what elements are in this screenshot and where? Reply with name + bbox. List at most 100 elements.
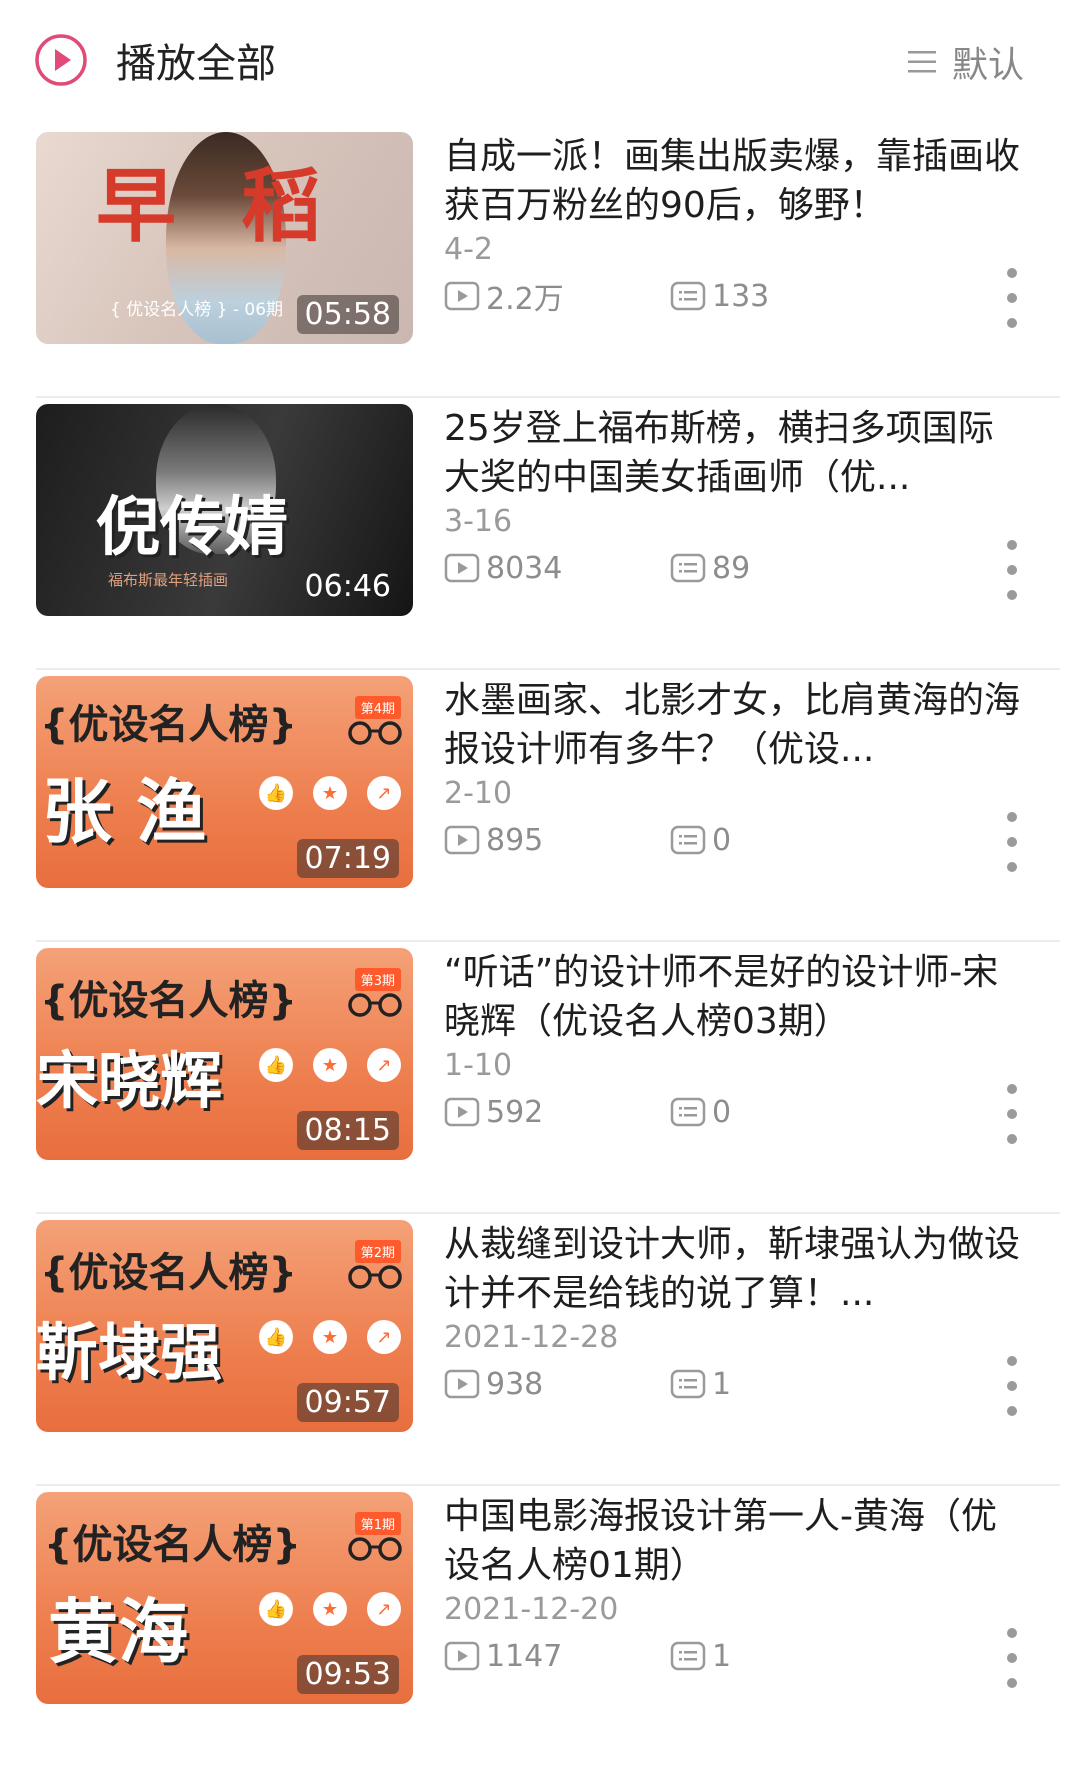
video-thumbnail[interactable]: 早 稻 { 优设名人榜 } - 06期 05:58	[36, 132, 413, 344]
play-count-icon	[444, 553, 480, 583]
video-duration: 05:58	[296, 295, 399, 334]
glasses-icon	[348, 721, 402, 745]
thumbnail-caption: { 优设名人榜 } - 06期	[110, 300, 284, 320]
list-item[interactable]: {优设名人榜} 第4期 张 渔 👍 ★ ↗ 07:19 水墨画家、北影才女，比肩黄海…	[0, 670, 1080, 942]
video-title[interactable]: 自成一派！画集出版卖爆，靠插画收获百万粉丝的90后，够野！	[444, 126, 1024, 224]
video-info: 25岁登上福布斯榜，横扫多项国际大奖的中国美女插画师（优... 3-16 803…	[444, 398, 1024, 628]
view-count-value: 2.2万	[486, 282, 564, 317]
list-item[interactable]: {优设名人榜} 第3期 宋晓辉 👍 ★ ↗ 08:15 “听话”的设计师不是好的设计…	[0, 942, 1080, 1214]
video-info: 中国电影海报设计第一人-黄海（优设名人榜01期） 2021-12-20 1147…	[444, 1486, 1024, 1716]
list-item[interactable]: {优设名人榜} 第2期 靳埭强 👍 ★ ↗ 09:57 从裁缝到设计大师，靳埭强认为…	[0, 1214, 1080, 1486]
video-title[interactable]: 从裁缝到设计大师，靳埭强认为做设计并不是给钱的说了算！...	[444, 1214, 1024, 1312]
play-all-label: 播放全部	[116, 41, 276, 87]
video-title[interactable]: 水墨画家、北影才女，比肩黄海的海报设计师有多牛？（优设...	[444, 670, 1024, 768]
comment-count-value: 0	[712, 822, 732, 858]
view-count: 2.2万	[444, 274, 670, 318]
video-stats: 938 1	[444, 1364, 731, 1404]
thumbnail-tag: {优设名人榜}	[40, 978, 297, 1024]
list-item[interactable]: {优设名人榜} 第1期 黄海 👍 ★ ↗ 09:53 中国电影海报设计第一人-黄海（…	[0, 1486, 1080, 1758]
comment-count-value: 133	[712, 278, 770, 314]
list-item[interactable]: 早 稻 { 优设名人榜 } - 06期 05:58 自成一派！画集出版卖爆，靠插…	[0, 126, 1080, 398]
thumbnail-caption: 福布斯最年轻插画	[108, 571, 229, 589]
view-count: 1147	[444, 1639, 670, 1674]
comment-count-value: 89	[712, 550, 751, 586]
more-options-icon[interactable]	[1002, 268, 1022, 328]
thumbnail-buttons: 👍 ★ ↗	[259, 1592, 401, 1626]
video-list: 早 稻 { 优设名人榜 } - 06期 05:58 自成一派！画集出版卖爆，靠插…	[0, 126, 1080, 1758]
video-thumbnail[interactable]: {优设名人榜} 第1期 黄海 👍 ★ ↗ 09:53	[36, 1492, 413, 1704]
video-thumbnail[interactable]: 倪传婧 福布斯最年轻插画 06:46	[36, 404, 413, 616]
video-date: 4-2	[444, 232, 493, 267]
more-options-icon[interactable]	[1002, 1084, 1022, 1144]
more-options-icon[interactable]	[1002, 540, 1022, 600]
comment-count-value: 1	[712, 1638, 732, 1674]
video-thumbnail[interactable]: {优设名人榜} 第2期 靳埭强 👍 ★ ↗ 09:57	[36, 1220, 413, 1432]
video-duration: 06:46	[304, 569, 391, 604]
glasses-icon	[348, 993, 402, 1017]
issue-badge: 第2期	[354, 1240, 401, 1263]
play-count-icon	[444, 1097, 480, 1127]
view-count-value: 938	[486, 1366, 544, 1402]
comment-count-value: 0	[712, 1094, 732, 1130]
video-title[interactable]: 25岁登上福布斯榜，横扫多项国际大奖的中国美女插画师（优...	[444, 398, 1024, 496]
thumbnail-buttons: 👍 ★ ↗	[259, 776, 401, 810]
video-stats: 1147 1	[444, 1636, 731, 1676]
video-info: 自成一派！画集出版卖爆，靠插画收获百万粉丝的90后，够野！ 4-2 2.2万 1…	[444, 126, 1024, 356]
thumbnail-name: 倪传婧	[96, 490, 288, 565]
video-thumbnail[interactable]: {优设名人榜} 第4期 张 渔 👍 ★ ↗ 07:19	[36, 676, 413, 888]
view-count-value: 592	[486, 1094, 544, 1130]
more-options-icon[interactable]	[1002, 812, 1022, 872]
more-options-icon[interactable]	[1002, 1356, 1022, 1416]
play-circle-icon	[35, 34, 87, 86]
comment-icon	[670, 1641, 706, 1671]
video-date: 2021-12-20	[444, 1592, 619, 1627]
video-title[interactable]: 中国电影海报设计第一人-黄海（优设名人榜01期）	[444, 1486, 1024, 1584]
comment-count: 1	[670, 1639, 731, 1674]
issue-badge: 第3期	[354, 968, 401, 991]
list-item[interactable]: 倪传婧 福布斯最年轻插画 06:46 25岁登上福布斯榜，横扫多项国际大奖的中国…	[0, 398, 1080, 670]
video-duration: 09:53	[296, 1655, 399, 1694]
sort-button[interactable]: 默认	[906, 36, 1024, 88]
comment-icon	[670, 281, 706, 311]
comment-count: 1	[670, 1367, 731, 1402]
thumbnail-tag: {优设名人榜}	[44, 1522, 301, 1568]
thumbnail-tag: {优设名人榜}	[40, 1250, 297, 1296]
thumbnail-name: 张 渔	[42, 771, 207, 853]
play-count-icon	[444, 825, 480, 855]
thumbnail-buttons: 👍 ★ ↗	[259, 1320, 401, 1354]
thumbnail-name: 靳埭强	[36, 1316, 223, 1389]
thumbnail-char-1: 早	[96, 159, 176, 253]
video-date: 2-10	[444, 776, 513, 811]
issue-badge: 第4期	[354, 696, 401, 719]
view-count: 895	[444, 823, 670, 858]
video-thumbnail[interactable]: {优设名人榜} 第3期 宋晓辉 👍 ★ ↗ 08:15	[36, 948, 413, 1160]
comment-icon	[670, 825, 706, 855]
video-stats: 895 0	[444, 820, 731, 860]
video-date: 2021-12-28	[444, 1320, 619, 1355]
play-all-button[interactable]: 播放全部	[34, 30, 276, 90]
comment-count: 89	[670, 551, 750, 586]
play-count-icon	[444, 1641, 480, 1671]
comment-count: 0	[670, 823, 731, 858]
video-info: “听话”的设计师不是好的设计师-宋晓辉（优设名人榜03期） 1-10 592 0	[444, 942, 1024, 1172]
play-count-icon	[444, 281, 480, 311]
list-header: 播放全部 默认	[0, 0, 1080, 120]
thumbnail-buttons: 👍 ★ ↗	[259, 1048, 401, 1082]
comment-icon	[670, 1097, 706, 1127]
video-stats: 8034 89	[444, 548, 750, 588]
play-count-icon	[444, 1369, 480, 1399]
video-duration: 07:19	[296, 839, 399, 878]
view-count: 592	[444, 1095, 670, 1130]
video-date: 3-16	[444, 504, 513, 539]
video-info: 从裁缝到设计大师，靳埭强认为做设计并不是给钱的说了算！... 2021-12-2…	[444, 1214, 1024, 1444]
video-info: 水墨画家、北影才女，比肩黄海的海报设计师有多牛？（优设... 2-10 895 …	[444, 670, 1024, 900]
video-date: 1-10	[444, 1048, 513, 1083]
view-count-value: 1147	[486, 1638, 563, 1674]
thumbnail-name: 黄海	[48, 1591, 188, 1673]
issue-badge: 第1期	[354, 1512, 401, 1535]
more-options-icon[interactable]	[1002, 1628, 1022, 1688]
comment-icon	[670, 1369, 706, 1399]
thumbnail-name: 宋晓辉	[36, 1044, 223, 1117]
comment-count-value: 1	[712, 1366, 732, 1402]
video-title[interactable]: “听话”的设计师不是好的设计师-宋晓辉（优设名人榜03期）	[444, 942, 1024, 1040]
